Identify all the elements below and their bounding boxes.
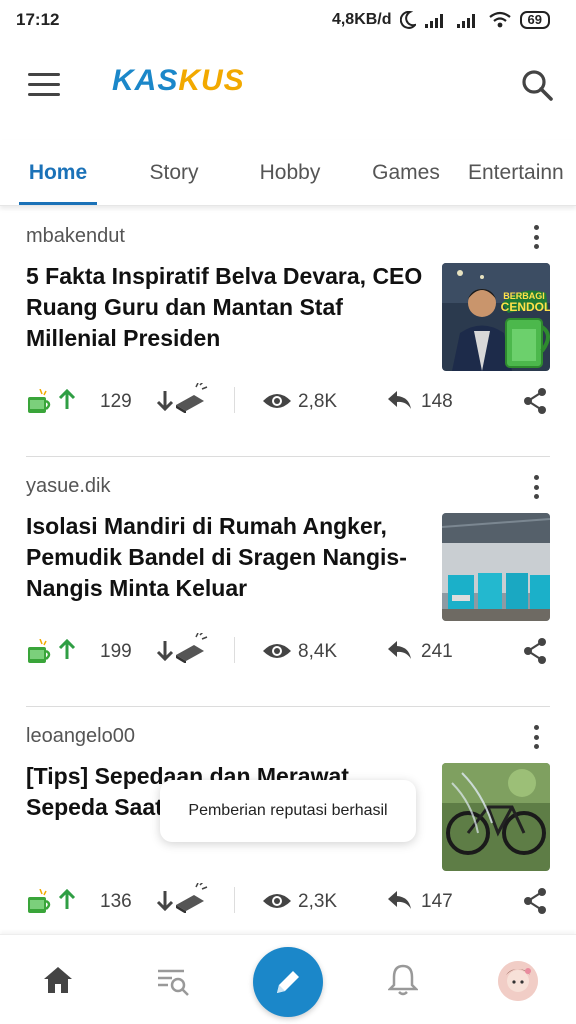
signal-icon [456, 14, 475, 28]
reply-icon[interactable] [386, 389, 412, 411]
badge-text-line2: CENDOL [501, 300, 550, 314]
arrow-up-icon[interactable] [58, 389, 76, 411]
tab-games[interactable]: Games [348, 140, 464, 205]
network-speed: 4,8KB/d [331, 11, 392, 28]
hamburger-menu-icon[interactable] [28, 73, 60, 97]
arrow-up-icon[interactable] [58, 889, 76, 911]
logo-text-orange: KUS [178, 64, 245, 97]
thread-author[interactable]: mbakendut [26, 225, 125, 248]
isolation-room-thumbnail [442, 513, 550, 621]
more-options-icon[interactable] [532, 225, 540, 249]
vote-count: 199 [100, 641, 132, 662]
divider [234, 887, 235, 913]
thread-thumbnail[interactable] [442, 513, 550, 621]
tab-entertainment[interactable]: Entertainn [464, 140, 576, 205]
share-icon[interactable] [522, 637, 548, 665]
thread-author[interactable]: yasue.dik [26, 475, 111, 498]
thread-actions: 136 2,3K 147 [0, 879, 576, 925]
arrow-up-icon[interactable] [58, 639, 76, 661]
create-thread-button[interactable] [253, 947, 323, 1017]
kaskus-logo[interactable]: KASKUS [112, 64, 245, 98]
tab-label: Hobby [259, 161, 321, 184]
view-count: 2,3K [298, 891, 338, 912]
home-icon[interactable] [42, 965, 74, 995]
battery-indicator: 69 [519, 11, 550, 29]
tab-home[interactable]: Home [19, 140, 97, 205]
tab-story[interactable]: Story [116, 140, 232, 205]
signal-icon [424, 14, 443, 28]
thread-card[interactable]: mbakendut 5 Fakta Inspiratif Belva Devar… [0, 207, 576, 457]
tab-label: Story [149, 161, 199, 184]
eye-icon [263, 394, 291, 408]
cendol-icon[interactable] [26, 389, 52, 415]
bicycle-thumbnail [442, 763, 550, 871]
view-count: 8,4K [298, 641, 338, 662]
moon-icon [399, 11, 416, 29]
feed-search-icon[interactable] [156, 965, 190, 997]
thread-thumbnail[interactable] [442, 763, 550, 871]
thread-author[interactable]: leoangelo00 [26, 725, 135, 748]
share-icon[interactable] [522, 887, 548, 915]
divider [234, 637, 235, 663]
thread-thumbnail[interactable]: BERBAGI CENDOL [442, 263, 550, 371]
arrow-down-icon[interactable] [156, 639, 174, 661]
thread-title[interactable]: Isolasi Mandiri di Rumah Angker, Pemudik… [26, 511, 426, 604]
tab-label: Entertainn [468, 161, 564, 184]
thread-title[interactable]: 5 Fakta Inspiratif Belva Devara, CEO Rua… [26, 261, 426, 354]
arrow-down-icon[interactable] [156, 889, 174, 911]
brick-icon[interactable] [174, 883, 208, 913]
arrow-down-icon[interactable] [156, 389, 174, 411]
brick-icon[interactable] [174, 383, 208, 413]
toast-text: Pemberian reputasi berhasil [188, 802, 388, 819]
toast-message: Pemberian reputasi berhasil [160, 780, 416, 842]
vote-count: 129 [100, 391, 132, 412]
thread-actions: 199 8,4K 241 [0, 629, 576, 675]
category-tabs: Home Story Hobby Games Entertainn [0, 140, 576, 206]
notification-bell-icon[interactable] [388, 963, 418, 997]
view-count: 2,8K [298, 391, 338, 412]
app-header: KASKUS [0, 40, 576, 130]
status-time: 17:12 [16, 10, 60, 29]
profile-avatar[interactable] [498, 961, 538, 1001]
eye-icon [263, 894, 291, 908]
divider [234, 387, 235, 413]
person-photo-thumbnail: BERBAGI CENDOL [442, 263, 550, 371]
share-icon[interactable] [522, 387, 548, 415]
brick-icon[interactable] [174, 633, 208, 663]
reply-count: 148 [421, 391, 453, 412]
reply-count: 241 [421, 641, 453, 662]
status-bar: 17:12 4,8KB/d 69 [0, 0, 576, 40]
vote-count: 136 [100, 891, 132, 912]
pencil-icon [277, 971, 299, 993]
more-options-icon[interactable] [532, 725, 540, 749]
reply-icon[interactable] [386, 889, 412, 911]
cendol-icon[interactable] [26, 639, 52, 665]
status-indicators: 4,8KB/d 69 [332, 11, 550, 29]
tab-label: Games [372, 161, 440, 184]
avatar-image [498, 961, 538, 1001]
wifi-icon [488, 11, 511, 28]
search-icon[interactable] [520, 68, 554, 102]
reply-icon[interactable] [386, 639, 412, 661]
more-options-icon[interactable] [532, 475, 540, 499]
bottom-navigation [0, 934, 576, 1024]
reply-count: 147 [421, 891, 453, 912]
cendol-icon[interactable] [26, 889, 52, 915]
tab-label: Home [28, 161, 88, 184]
thread-card[interactable]: yasue.dik Isolasi Mandiri di Rumah Angke… [0, 457, 576, 707]
thread-actions: 129 2,8K 148 [0, 379, 576, 425]
logo-text-blue: KAS [112, 64, 179, 97]
tab-hobby[interactable]: Hobby [232, 140, 348, 205]
eye-icon [263, 644, 291, 658]
